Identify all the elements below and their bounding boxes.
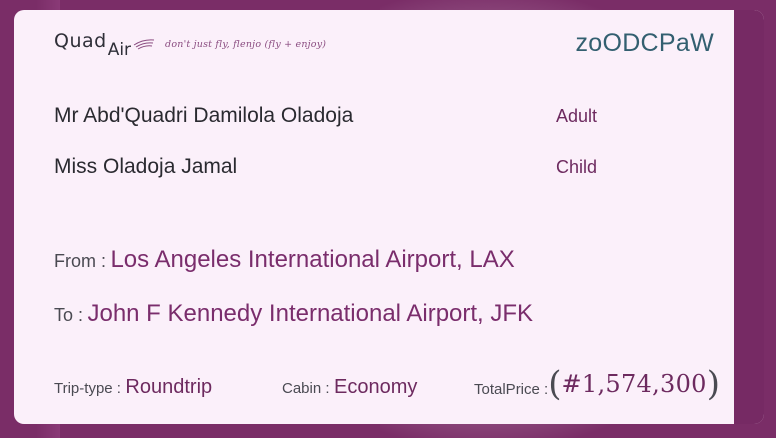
price-close-bracket: ) <box>706 364 720 404</box>
passenger-name: Miss Oladoja Jamal <box>54 155 238 178</box>
brand-tagline: don't just fly, flenjo (fly + enjoy) <box>165 39 327 50</box>
to-label: To : <box>54 305 84 325</box>
passenger-name: Mr Abd'Quadri Damilola Oladoja <box>54 104 354 127</box>
trip-type-label: Trip-type : <box>54 380 121 397</box>
passenger-row: Mr Abd'Quadri Damilola Oladoja Adult <box>54 104 694 134</box>
booking-reference: zoODCPaW <box>575 29 714 57</box>
brand-name-quad: Quad <box>54 30 107 52</box>
brand-name-air: Air <box>107 40 132 60</box>
from-airport: Los Angeles International Airport, LAX <box>110 246 515 273</box>
ticket-stripe <box>734 10 764 424</box>
passenger-type: Child <box>556 157 598 177</box>
to-airport: John F Kennedy International Airport, JF… <box>87 300 534 327</box>
trip-type-value: Roundtrip <box>125 376 213 398</box>
price-open-bracket: ( <box>548 364 562 404</box>
ticket-card: Quad Air don't just fly, flenjo (fly + e… <box>14 10 764 424</box>
passenger-type: Adult <box>556 106 598 126</box>
brand-logo: Quad Air don't just fly, flenjo (fly + e… <box>54 26 326 60</box>
from-label: From : <box>54 251 106 271</box>
route-to: To : John F Kennedy International Airpor… <box>54 300 533 328</box>
total-price-value: #1,574,300 <box>561 370 707 398</box>
wings-icon <box>133 39 155 50</box>
cabin-class: Cabin : Economy <box>282 376 417 399</box>
total-price-label: TotalPrice : <box>474 380 549 398</box>
cabin-value: Economy <box>333 376 418 398</box>
passenger-row: Miss Oladoja Jamal Child <box>54 155 694 185</box>
total-price: TotalPrice : ( #1,574,300 ) <box>474 367 720 401</box>
trip-type: Trip-type : Roundtrip <box>54 376 212 399</box>
cabin-label: Cabin : <box>282 380 330 397</box>
route-from: From : Los Angeles International Airport… <box>54 246 515 274</box>
